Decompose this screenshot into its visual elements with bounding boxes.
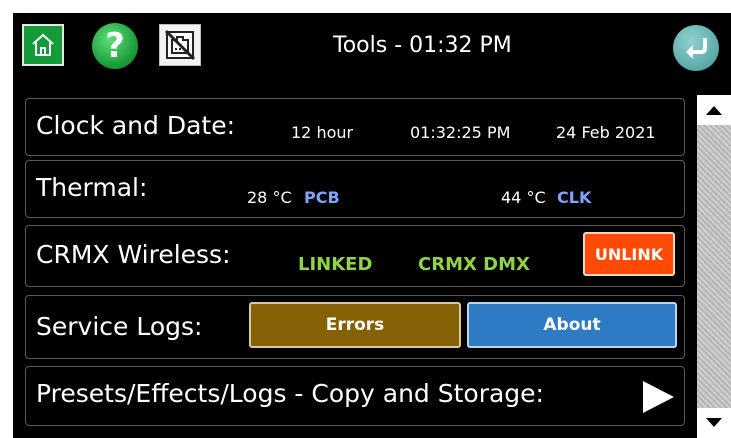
scroll-up-button[interactable] bbox=[697, 95, 731, 125]
back-button[interactable] bbox=[673, 25, 719, 71]
back-arrow-icon bbox=[686, 38, 707, 59]
caret-down-icon bbox=[706, 418, 722, 427]
scrollbar[interactable] bbox=[697, 95, 731, 438]
about-button[interactable]: About bbox=[467, 302, 677, 348]
pcb-label: PCB bbox=[304, 188, 340, 207]
service-logs-label: Service Logs: bbox=[36, 312, 203, 341]
network-button[interactable] bbox=[159, 24, 201, 66]
play-arrow-icon[interactable] bbox=[640, 379, 676, 415]
scroll-down-button[interactable] bbox=[697, 408, 731, 438]
presets-storage-label: Presets/Effects/Logs - Copy and Storage: bbox=[36, 379, 544, 408]
caret-up-icon bbox=[706, 106, 722, 115]
crmx-mode: CRMX DMX bbox=[418, 254, 530, 275]
clock-date[interactable]: 24 Feb 2021 bbox=[556, 123, 656, 142]
help-button[interactable]: ? bbox=[92, 23, 138, 69]
clk-label: CLK bbox=[557, 188, 592, 207]
clock-date-label: Clock and Date: bbox=[36, 111, 236, 140]
scroll-track[interactable] bbox=[697, 125, 731, 408]
unlink-button[interactable]: UNLINK bbox=[583, 232, 675, 276]
clock-format[interactable]: 12 hour bbox=[291, 123, 353, 142]
thermal-row: Thermal: 28 °C PCB 44 °C CLK bbox=[25, 160, 685, 218]
network-disconnected-icon bbox=[164, 29, 196, 61]
crmx-status: LINKED bbox=[298, 254, 373, 275]
clock-time[interactable]: 01:32:25 PM bbox=[410, 123, 510, 142]
clock-date-row[interactable]: Clock and Date: 12 hour 01:32:25 PM 24 F… bbox=[25, 98, 685, 156]
page-title: Tools - 01:32 PM bbox=[333, 33, 512, 58]
question-icon: ? bbox=[105, 26, 125, 66]
header-bar: ? Tools - 01:32 PM bbox=[13, 13, 731, 95]
thermal-label: Thermal: bbox=[36, 173, 148, 202]
tools-screen: ? Tools - 01:32 PM Clock and Date: 12 ho… bbox=[13, 13, 731, 438]
crmx-label: CRMX Wireless: bbox=[36, 240, 231, 269]
clk-temperature: 44 °C bbox=[501, 188, 546, 207]
pcb-temperature: 28 °C bbox=[247, 188, 292, 207]
crmx-wireless-row: CRMX Wireless: LINKED CRMX DMX UNLINK bbox=[25, 225, 685, 287]
errors-button[interactable]: Errors bbox=[249, 302, 461, 348]
service-logs-row: Service Logs: Errors About bbox=[25, 295, 685, 359]
presets-storage-row[interactable]: Presets/Effects/Logs - Copy and Storage: bbox=[25, 366, 685, 426]
home-button[interactable] bbox=[22, 24, 64, 66]
home-icon bbox=[32, 33, 54, 56]
